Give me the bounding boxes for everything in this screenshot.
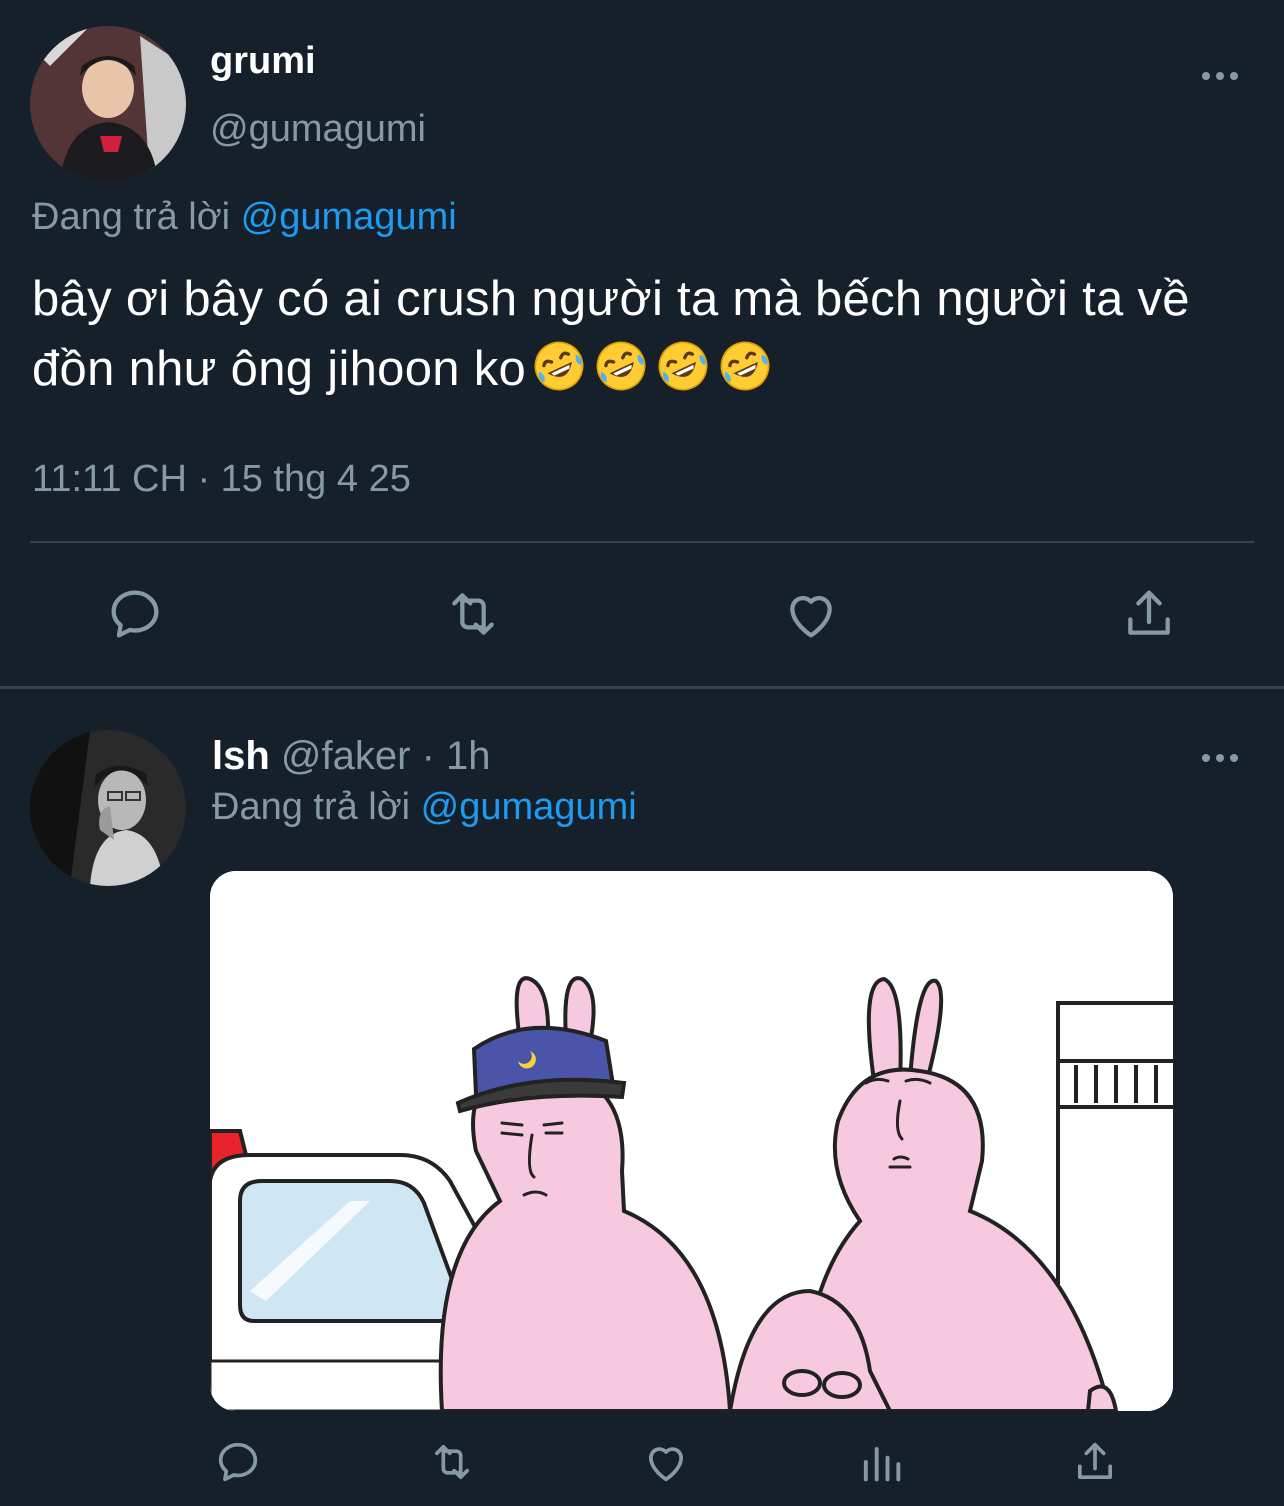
retweet-icon[interactable] [441,582,505,646]
rofl-emoji-icon [594,339,648,393]
display-name[interactable]: lsh [212,734,270,778]
tweet-separator [0,686,1284,689]
reply-icon[interactable] [103,582,167,646]
avatar[interactable] [30,730,186,886]
reply-mention-link[interactable]: @gumagumi [241,196,457,238]
like-icon[interactable] [640,1436,692,1488]
divider [30,541,1254,543]
timestamp[interactable]: 11:11 CH · 15 thg 4 25 [32,458,411,501]
handle[interactable]: @faker [281,734,411,778]
like-icon[interactable] [779,582,843,646]
reply-icon[interactable] [212,1436,264,1488]
dot-separator: · [421,734,435,778]
more-options-icon[interactable] [1198,740,1242,776]
rofl-emoji-icon [718,339,772,393]
tweet-age[interactable]: 1h [446,734,491,778]
reply-mention-link[interactable]: @gumagumi [421,786,637,828]
media-image[interactable] [210,871,1173,1411]
reply-prefix: Đang trả lời [32,196,231,238]
tweet-text: bây ơi bây có ai crush người ta mà bếch … [32,264,1272,404]
share-icon[interactable] [1117,582,1181,646]
replying-to: Đang trả lời @gumagumi [32,196,457,239]
handle[interactable]: @gumagumi [210,108,426,151]
rofl-emoji-icon [656,339,710,393]
retweet-icon[interactable] [426,1436,478,1488]
reply-prefix: Đang trả lời [212,786,411,828]
display-name[interactable]: grumi [210,40,316,83]
replying-to: Đang trả lời @gumagumi [212,786,637,829]
share-icon[interactable] [1069,1436,1121,1488]
more-options-icon[interactable] [1198,58,1242,94]
avatar[interactable] [30,26,186,182]
rofl-emoji-icon [532,339,586,393]
tweet-header: lsh @faker · 1h [212,734,491,779]
rofl-emojis [532,339,772,393]
views-icon[interactable] [855,1436,907,1488]
